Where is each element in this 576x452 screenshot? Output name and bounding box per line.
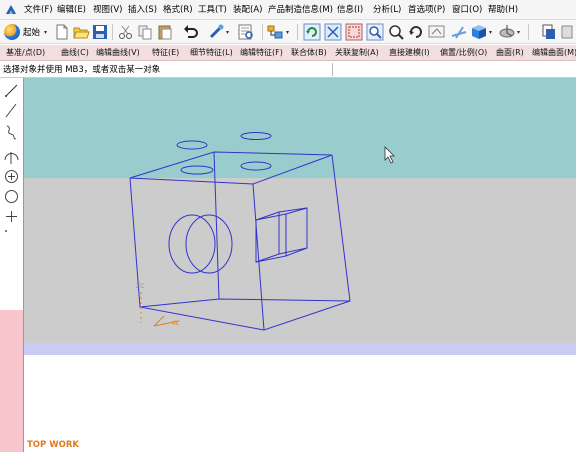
menu-bar: 文件(F) 编辑(E) 视图(V) 插入(S) 格式(R) 工具(T) 装配(A… bbox=[0, 0, 576, 20]
start-globe-icon bbox=[4, 24, 20, 40]
circle-icon[interactable] bbox=[3, 188, 20, 205]
toolbar-separator bbox=[262, 24, 263, 40]
menu-view[interactable]: 视图(V) bbox=[93, 4, 122, 16]
menu-surface[interactable]: 曲面(R) bbox=[496, 47, 524, 59]
fit-view-icon[interactable] bbox=[324, 23, 342, 41]
layer-settings-icon[interactable] bbox=[540, 23, 558, 41]
menu-tools[interactable]: 工具(T) bbox=[198, 4, 227, 16]
zoom-icon[interactable] bbox=[387, 23, 405, 41]
background-upper bbox=[24, 78, 576, 178]
menu-info[interactable]: 信息(I) bbox=[337, 4, 363, 16]
start-dropdown-arrow[interactable]: ▾ bbox=[44, 29, 47, 36]
refresh-icon[interactable] bbox=[303, 23, 321, 41]
left-panel-pink-area bbox=[0, 310, 23, 452]
paste-icon[interactable] bbox=[156, 23, 174, 41]
graphics-window[interactable]: ZC XC TOP WORK bbox=[24, 78, 576, 452]
open-folder-icon[interactable] bbox=[72, 23, 90, 41]
menu-edit-surface[interactable]: 编辑曲面(M) bbox=[532, 47, 576, 59]
background-bottom bbox=[24, 355, 576, 452]
arc-icon[interactable] bbox=[3, 148, 20, 165]
start-button-label: 起始 bbox=[23, 28, 41, 38]
menu-format[interactable]: 格式(R) bbox=[163, 4, 193, 16]
assembly-dropdown-arrow[interactable]: ▾ bbox=[286, 29, 289, 36]
menu-curve[interactable]: 曲线(C) bbox=[61, 47, 89, 59]
pan-view-icon[interactable] bbox=[428, 23, 446, 41]
shaded-cube-icon[interactable] bbox=[470, 23, 488, 41]
point-plus-icon[interactable] bbox=[3, 208, 20, 225]
toolbar-expand-icon[interactable] bbox=[3, 228, 20, 245]
menu-window[interactable]: 窗口(O) bbox=[452, 4, 482, 16]
menu-combine[interactable]: 联合体(B) bbox=[291, 47, 327, 59]
repeat-dropdown-arrow[interactable]: ▾ bbox=[226, 29, 229, 36]
toolbar-separator bbox=[297, 24, 298, 40]
line-icon[interactable] bbox=[3, 82, 20, 99]
toolbar-separator bbox=[112, 24, 113, 40]
menu-preferences[interactable]: 首选项(P) bbox=[408, 4, 445, 16]
new-file-icon[interactable] bbox=[53, 23, 71, 41]
menu-datum-point[interactable]: 基准/点(D) bbox=[6, 47, 45, 59]
model-view: ZC XC bbox=[24, 78, 576, 452]
command-finder-icon[interactable] bbox=[237, 23, 255, 41]
menu-edit-feature[interactable]: 编辑特征(F) bbox=[240, 47, 283, 59]
cut-icon[interactable] bbox=[117, 23, 135, 41]
render-style-dropdown-arrow[interactable]: ▾ bbox=[489, 29, 492, 36]
app-logo-icon[interactable] bbox=[5, 4, 17, 16]
menu-offset-scale[interactable]: 偏置/比例(O) bbox=[440, 47, 487, 59]
background-band bbox=[24, 343, 576, 355]
spline-icon[interactable] bbox=[3, 124, 20, 141]
rotate-icon[interactable] bbox=[407, 23, 425, 41]
menu-pmi[interactable]: 产品制造信息(M) bbox=[268, 4, 333, 16]
axis-x-label: XC bbox=[172, 320, 180, 327]
selection-prompt: 选择对象并使用 MB3，或者双击某一对象 bbox=[3, 65, 161, 75]
feature-command-bar: 基准/点(D) 曲线(C) 编辑曲线(V) 特征(E) 细节特征(L) 编辑特征… bbox=[0, 45, 576, 61]
point-icon[interactable] bbox=[3, 168, 20, 185]
orient-dropdown-arrow[interactable]: ▾ bbox=[517, 29, 520, 36]
zoom-box-icon[interactable] bbox=[366, 23, 384, 41]
status-bar: 选择对象并使用 MB3，或者双击某一对象 bbox=[0, 62, 576, 78]
assembly-navigator-icon[interactable] bbox=[266, 23, 284, 41]
menu-synchronous-modeling[interactable]: 直接建模(I) bbox=[389, 47, 430, 59]
menu-associative-copy[interactable]: 关联复制(A) bbox=[335, 47, 379, 59]
menu-file[interactable]: 文件(F) bbox=[24, 4, 53, 16]
line-icon[interactable] bbox=[3, 102, 20, 119]
orient-view-icon[interactable] bbox=[498, 23, 516, 41]
save-icon[interactable] bbox=[91, 23, 109, 41]
copy-icon[interactable] bbox=[136, 23, 154, 41]
menu-detail-feature[interactable]: 细节特征(L) bbox=[190, 47, 233, 59]
toolbar-separator bbox=[528, 24, 529, 40]
menu-edit[interactable]: 编辑(E) bbox=[57, 4, 86, 16]
undo-icon[interactable] bbox=[182, 23, 200, 41]
zoom-window-icon[interactable] bbox=[345, 23, 363, 41]
curve-toolbar bbox=[0, 78, 24, 452]
menu-feature[interactable]: 特征(E) bbox=[152, 47, 179, 59]
menu-help[interactable]: 帮助(H) bbox=[488, 4, 518, 16]
standard-toolbar: 起始 ▾ ▾ ▾ ▾ ▾ bbox=[0, 20, 576, 44]
repeat-command-icon[interactable] bbox=[208, 23, 226, 41]
status-divider bbox=[332, 63, 333, 76]
menu-insert[interactable]: 插入(S) bbox=[128, 4, 157, 16]
perspective-icon[interactable] bbox=[450, 23, 468, 41]
view-name-label: TOP WORK bbox=[27, 440, 79, 450]
menu-assembly[interactable]: 装配(A) bbox=[233, 4, 262, 16]
more-tools-icon[interactable] bbox=[560, 23, 576, 41]
menu-edit-curve[interactable]: 编辑曲线(V) bbox=[96, 47, 140, 59]
axis-z-label: ZC bbox=[136, 283, 144, 290]
menu-analysis[interactable]: 分析(L) bbox=[373, 4, 401, 16]
